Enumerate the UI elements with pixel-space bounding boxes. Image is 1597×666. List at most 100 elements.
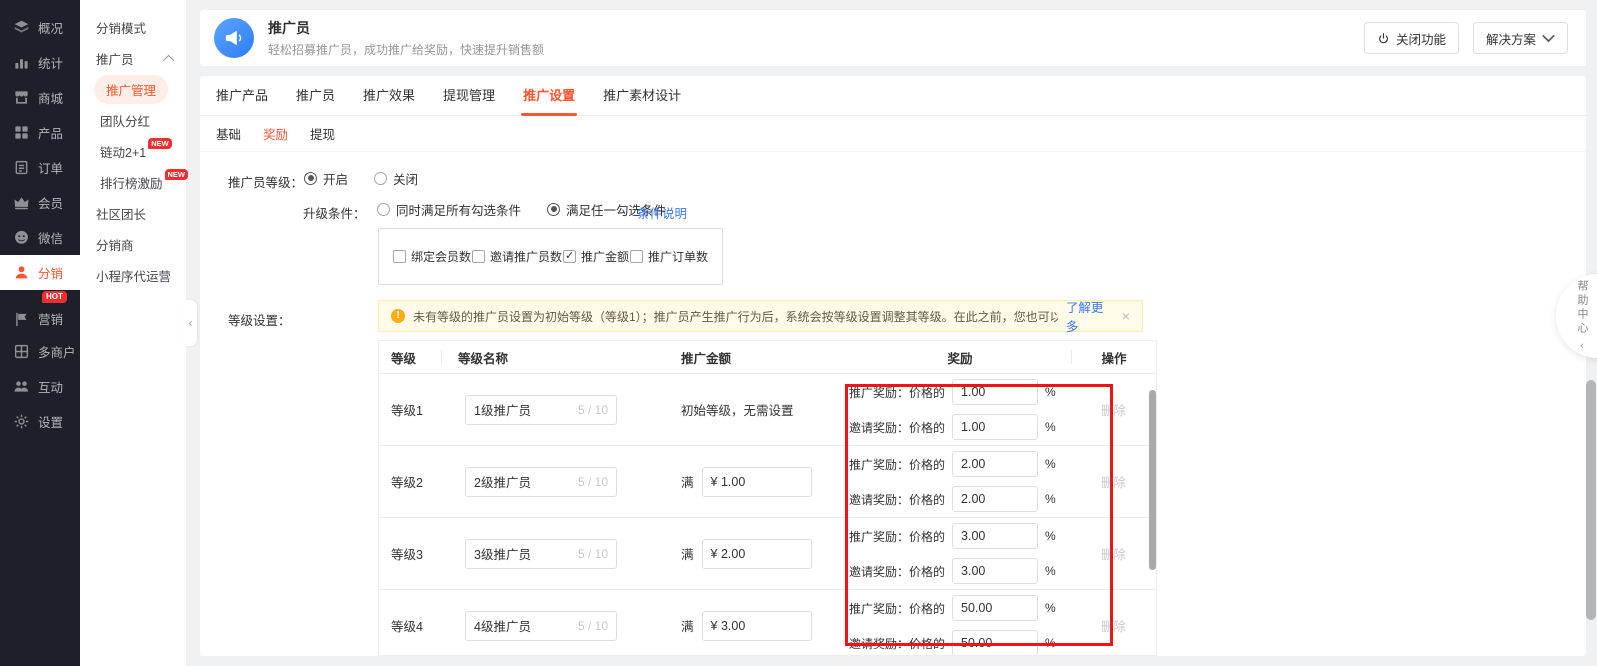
tab[interactable]: 推广产品 xyxy=(216,76,268,116)
invite-rate-input[interactable]: 2.00 xyxy=(952,486,1039,512)
power-icon xyxy=(1379,32,1388,43)
sidebar-item[interactable]: 概况 xyxy=(0,10,80,45)
condition-checkbox[interactable]: 推广订单数 xyxy=(629,248,708,265)
sidebar-item[interactable]: 订单 xyxy=(0,150,80,185)
page-title: 推广员 xyxy=(268,19,310,36)
action-cell: 删除 xyxy=(1071,374,1156,445)
submenu-item[interactable]: 分销商 xyxy=(80,229,186,260)
chevron-down-icon xyxy=(1542,34,1555,42)
tab[interactable]: 推广设置 xyxy=(521,76,578,116)
layers-icon xyxy=(13,19,30,36)
char-counter: 5 / 10 xyxy=(577,474,608,489)
amount-input[interactable]: ¥ 2.00 xyxy=(701,538,812,569)
sub-tab[interactable]: 奖励 xyxy=(263,124,288,143)
name-cell: 1级推广员 5 / 10 xyxy=(441,374,663,445)
invite-rate-input[interactable]: 1.00 xyxy=(952,414,1039,440)
invite-reward-label: 邀请奖励：价格的 xyxy=(849,492,946,507)
learn-more-link[interactable]: 了解更多 xyxy=(1066,297,1108,335)
sidebar-item[interactable]: 微信 xyxy=(0,220,80,255)
new-badge: NEW xyxy=(148,138,172,149)
promo-rate-input[interactable]: 50.00 xyxy=(952,595,1039,621)
amount-input[interactable]: ¥ 1.00 xyxy=(701,466,812,497)
sidebar-collapse-handle[interactable]: ‹ xyxy=(184,300,197,346)
condition-help-link[interactable]: 条件说明 xyxy=(637,203,687,222)
sub-tab-bar: 基础 奖励 提现 xyxy=(200,116,1586,152)
promo-rate-input[interactable]: 1.00 xyxy=(952,379,1039,405)
condition-checkbox[interactable]: 邀请推广员数 xyxy=(471,248,562,265)
level-name-input[interactable]: 3级推广员 5 / 10 xyxy=(465,538,617,569)
sub-tab[interactable]: 基础 xyxy=(216,124,241,143)
table-row: 等级2 2级推广员 5 / 10 满 ¥ 1.00 推广奖励：价格的 2.00 … xyxy=(379,446,1156,518)
submenu-item[interactable]: 社区团长 xyxy=(80,198,186,229)
flag-icon xyxy=(13,311,30,328)
delete-link[interactable]: 删除 xyxy=(1101,544,1126,563)
submenu-item[interactable]: 排行榜激励 NEW xyxy=(80,167,188,198)
radio-option[interactable]: 同时满足所有勾选条件 xyxy=(377,200,521,219)
level-cell: 等级1 xyxy=(391,404,423,418)
promoter-level-radio-group: 开启 关闭 xyxy=(304,168,418,188)
delete-link[interactable]: 删除 xyxy=(1101,400,1126,419)
level-cell: 等级3 xyxy=(391,548,423,562)
col-header-amount: 推广金额 xyxy=(681,351,732,366)
close-icon[interactable]: × xyxy=(1122,308,1130,324)
percent-unit: % xyxy=(1045,385,1056,399)
invite-rate-input[interactable]: 3.00 xyxy=(952,558,1039,584)
tab-bar: 推广产品 推广员 推广效果 提现管理 推广设置 推广素材设计 xyxy=(200,76,1586,116)
sidebar-item[interactable]: 分销 xyxy=(0,255,80,290)
submenu-item[interactable]: 小程序代运营 xyxy=(80,260,186,291)
sidebar-item[interactable]: 商城 xyxy=(0,80,80,115)
level-name-input[interactable]: 4级推广员 5 / 10 xyxy=(465,610,617,641)
level-name-input[interactable]: 2级推广员 5 / 10 xyxy=(465,466,617,497)
submenu-item[interactable]: 分销模式 xyxy=(80,12,186,43)
sidebar-item[interactable]: 会员 xyxy=(0,185,80,220)
tab[interactable]: 推广员 xyxy=(296,76,335,116)
checkbox-icon xyxy=(471,250,485,263)
sidebar-item[interactable]: 多商户 xyxy=(0,334,80,369)
invite-rate-input[interactable]: 50.00 xyxy=(952,630,1039,655)
gear-icon xyxy=(13,413,30,430)
chevron-up-icon[interactable] xyxy=(162,54,175,66)
amount-input[interactable]: ¥ 3.00 xyxy=(701,610,812,641)
sidebar-item[interactable]: 营销 HOT xyxy=(0,290,80,334)
radio-icon xyxy=(304,171,317,185)
secondary-sidebar: 分销模式 推广员 推广管理 团队分红 链动2+1 NEW 排行榜激励 NEW 社… xyxy=(80,0,188,666)
radio-option[interactable]: 开启 xyxy=(304,169,348,188)
promo-rate-input[interactable]: 3.00 xyxy=(952,523,1039,549)
condition-checkbox[interactable]: 推广金额 xyxy=(562,248,629,265)
grid-icon xyxy=(13,124,30,141)
reward-cell: 推广奖励：价格的 1.00 % 邀请奖励：价格的 1.00 % xyxy=(831,374,1071,445)
submenu-item[interactable]: 推广管理 xyxy=(80,74,186,105)
level-name-input[interactable]: 1级推广员 5 / 10 xyxy=(465,394,617,425)
order-icon xyxy=(13,159,30,176)
radio-option[interactable]: 关闭 xyxy=(374,169,418,188)
delete-link[interactable]: 删除 xyxy=(1101,472,1126,491)
banner-text: 未有等级的推广员设置为初始等级（等级1）；推广员产生推广行为后，系统会按等级设置… xyxy=(413,309,1058,324)
table-scrollbar-thumb[interactable] xyxy=(1149,390,1156,570)
tab[interactable]: 推广素材设计 xyxy=(603,76,681,116)
promoter-level-label: 推广员等级： xyxy=(228,176,304,190)
solution-button[interactable]: 解决方案 xyxy=(1472,22,1568,54)
close-feature-button[interactable]: 关闭功能 xyxy=(1363,22,1459,54)
action-cell: 删除 xyxy=(1071,518,1156,589)
condition-checkbox[interactable]: 绑定会员数 xyxy=(393,248,471,265)
submenu-item[interactable]: 团队分红 xyxy=(80,105,186,136)
checkbox-icon xyxy=(629,250,643,263)
submenu-item[interactable]: 推广员 xyxy=(80,43,186,74)
percent-unit: % xyxy=(1045,457,1056,471)
sidebar-item[interactable]: 产品 xyxy=(0,115,80,150)
checkbox-icon xyxy=(393,250,406,263)
sidebar-item[interactable]: 设置 xyxy=(0,404,80,439)
submenu-item[interactable]: 链动2+1 NEW xyxy=(80,136,186,167)
sidebar-item[interactable]: 统计 xyxy=(0,45,80,80)
amount-prefix: 满 xyxy=(681,620,694,634)
tab[interactable]: 提现管理 xyxy=(443,76,495,116)
promo-rate-input[interactable]: 2.00 xyxy=(952,451,1039,477)
tab[interactable]: 推广效果 xyxy=(363,76,415,116)
amount-prefix: 满 xyxy=(681,476,694,490)
sidebar-item[interactable]: 互动 xyxy=(0,369,80,404)
sub-tab[interactable]: 提现 xyxy=(310,124,335,143)
page-scrollbar-thumb[interactable] xyxy=(1586,380,1596,620)
amount-note: 初始等级，无需设置 xyxy=(681,404,794,418)
table-row: 等级1 1级推广员 5 / 10 初始等级，无需设置 推广奖励：价格的 1.00… xyxy=(379,374,1156,446)
delete-link[interactable]: 删除 xyxy=(1101,616,1126,635)
